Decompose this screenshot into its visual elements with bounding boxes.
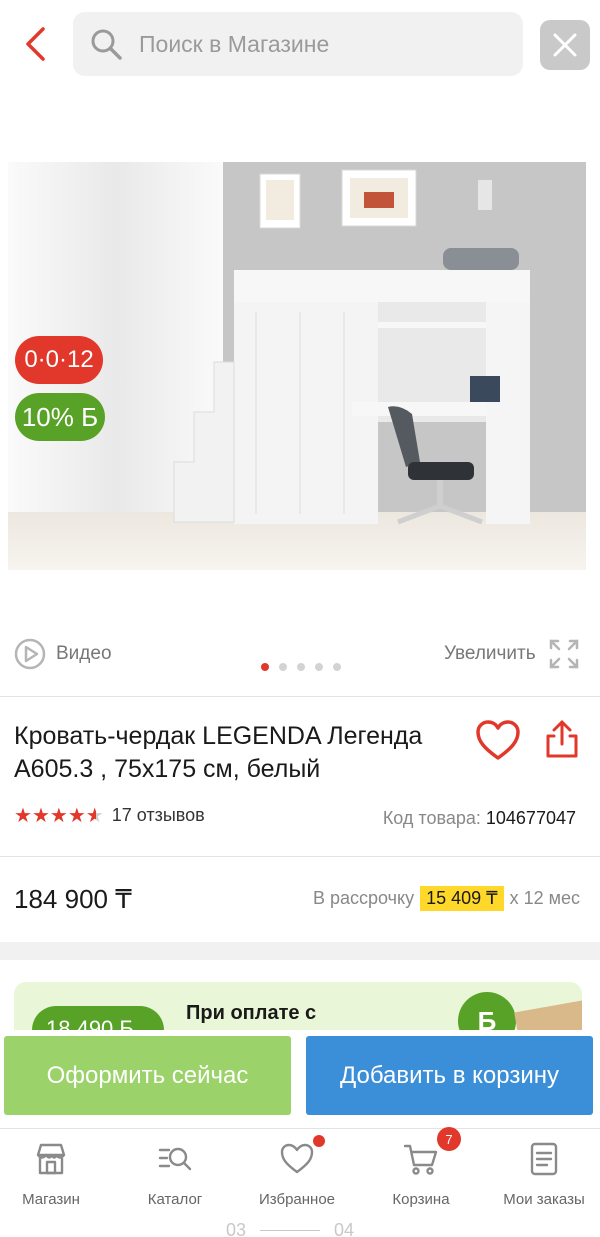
pager-right: 04 bbox=[334, 1220, 355, 1237]
zoom-button[interactable]: Увеличить bbox=[444, 638, 580, 670]
product-title: Кровать-чердак LEGENDA Легенда A605.3 , … bbox=[14, 722, 423, 783]
product-gallery[interactable]: 0·0·12 10% Б Видео Увеличить bbox=[0, 90, 600, 695]
rating-stars: ★ ★ ★ ★ ★ bbox=[14, 806, 104, 826]
nav-label: Избранное bbox=[258, 1191, 336, 1208]
heart-icon bbox=[280, 1143, 314, 1174]
search-bar[interactable] bbox=[73, 12, 523, 76]
favorites-notification-dot bbox=[313, 1135, 325, 1147]
section-separator bbox=[0, 942, 600, 960]
play-circle-icon bbox=[14, 638, 46, 670]
reviews-link[interactable]: 17 отзывов bbox=[112, 805, 205, 826]
star-icon: ★ bbox=[14, 804, 32, 827]
checkout-now-button[interactable]: Оформить сейчас bbox=[4, 1036, 291, 1115]
close-icon bbox=[553, 33, 577, 57]
nav-label: Корзина bbox=[392, 1191, 450, 1208]
slide-dot[interactable] bbox=[315, 663, 323, 671]
installment-info[interactable]: В рассрочку 15 409 ₸ x 12 мес bbox=[313, 886, 580, 911]
orders-icon bbox=[530, 1142, 558, 1176]
product-code-label: Код товара: bbox=[382, 808, 481, 828]
slide-dot[interactable] bbox=[261, 663, 269, 671]
product-code: Код товара: 104677047 bbox=[383, 808, 576, 829]
slide-indicator bbox=[261, 663, 351, 671]
pager-left: 03 bbox=[226, 1220, 247, 1237]
nav-item-cart[interactable]: 7 Корзина bbox=[361, 1127, 481, 1208]
slide-dot[interactable] bbox=[279, 663, 287, 671]
catalog-search-icon bbox=[158, 1147, 192, 1171]
search-icon bbox=[91, 29, 122, 60]
nav-item-favorites[interactable]: Избранное bbox=[237, 1135, 357, 1208]
video-button[interactable]: Видео bbox=[14, 638, 112, 670]
nav-item-catalog[interactable]: Каталог bbox=[115, 1141, 235, 1208]
video-label: Видео bbox=[56, 643, 112, 664]
bonus-badge: 10% Б bbox=[15, 393, 105, 441]
search-input[interactable] bbox=[139, 30, 499, 58]
installment-amount: 15 409 ₸ bbox=[420, 886, 504, 911]
star-icon: ★ bbox=[49, 804, 68, 827]
cart-count-badge: 7 bbox=[437, 1127, 461, 1151]
divider bbox=[0, 696, 600, 697]
favorite-button[interactable] bbox=[474, 718, 522, 762]
product-code-value: 104677047 bbox=[485, 808, 576, 828]
cart-icon bbox=[403, 1144, 438, 1175]
nav-item-orders[interactable]: Мои заказы bbox=[484, 1141, 600, 1208]
installment-prefix: В рассрочку bbox=[312, 888, 415, 908]
nav-label: Мои заказы bbox=[503, 1191, 585, 1208]
chevron-left-icon bbox=[26, 27, 45, 61]
top-bar bbox=[0, 0, 600, 90]
star-icon: ★ bbox=[67, 804, 86, 827]
pager-line bbox=[260, 1230, 321, 1231]
nav-label: Каталог bbox=[147, 1191, 203, 1208]
zoom-label: Увеличить bbox=[444, 643, 536, 664]
purchase-actions: Оформить сейчас Добавить в корзину bbox=[0, 1030, 600, 1126]
add-to-cart-button[interactable]: Добавить в корзину bbox=[306, 1036, 593, 1115]
back-button[interactable] bbox=[18, 24, 52, 64]
page-indicator: 03 04 bbox=[226, 1220, 354, 1237]
slide-dot[interactable] bbox=[297, 663, 305, 671]
star-icon: ★ bbox=[31, 804, 50, 827]
nav-item-store[interactable]: Магазин bbox=[0, 1141, 111, 1208]
installment-badge: 0·0·12 bbox=[15, 336, 103, 384]
product-price: 184 900 ₸ bbox=[14, 884, 132, 914]
share-icon bbox=[546, 720, 578, 758]
rating-row[interactable]: ★ ★ ★ ★ ★ 17 отзывов bbox=[14, 805, 205, 826]
installment-suffix: x 12 мес bbox=[509, 888, 580, 908]
heart-icon-wrap bbox=[279, 1135, 325, 1177]
divider bbox=[0, 856, 600, 857]
slide-dot[interactable] bbox=[333, 663, 341, 671]
close-button[interactable] bbox=[540, 20, 590, 70]
heart-icon bbox=[476, 720, 520, 760]
nav-label: Магазин bbox=[22, 1191, 80, 1208]
cart-icon-wrap: 7 bbox=[403, 1127, 461, 1177]
half-star-icon: ★ bbox=[85, 804, 104, 827]
expand-icon bbox=[549, 639, 578, 669]
promo-text: При оплате с bbox=[186, 1002, 317, 1024]
store-icon bbox=[36, 1143, 66, 1175]
share-button[interactable] bbox=[540, 718, 584, 762]
